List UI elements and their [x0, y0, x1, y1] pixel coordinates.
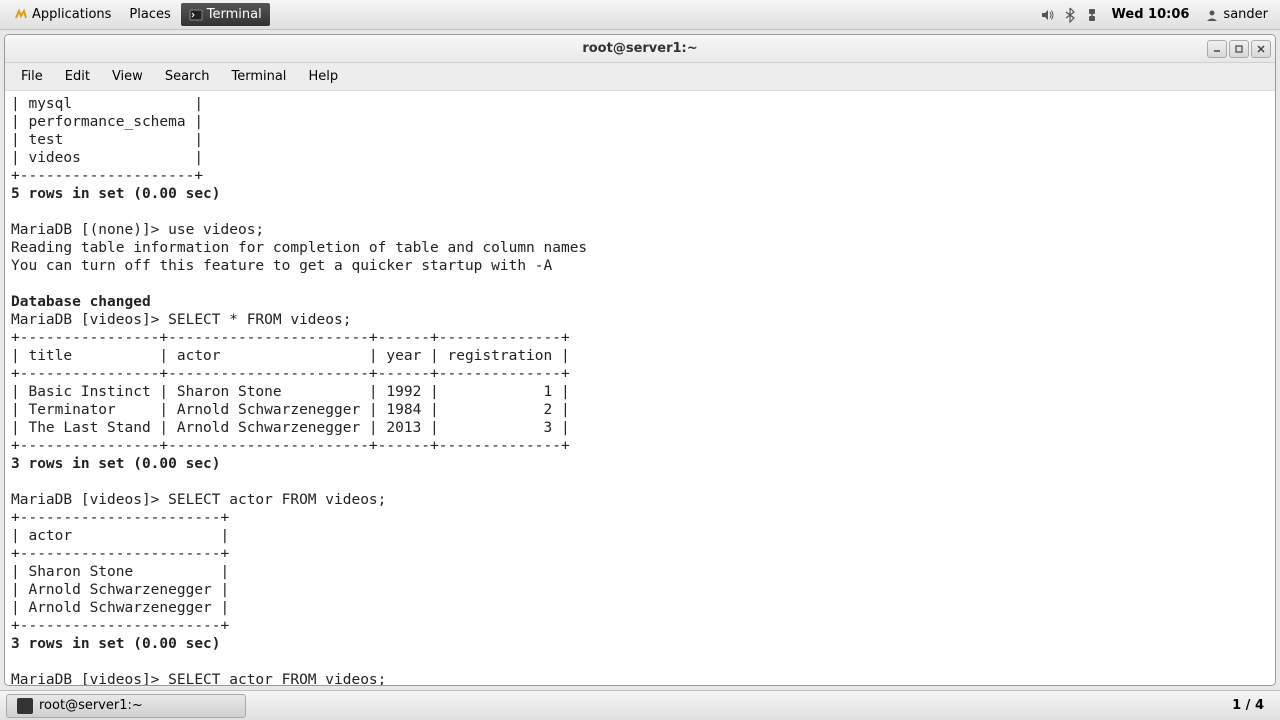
- terminal-line: | mysql |: [11, 96, 203, 112]
- terminal-line: MariaDB [videos]> SELECT * FROM videos;: [11, 312, 351, 328]
- terminal-line: | Basic Instinct | Sharon Stone | 1992 |…: [11, 384, 570, 400]
- window-title: root@server1:~: [582, 41, 697, 56]
- network-icon[interactable]: [1082, 5, 1102, 25]
- close-button[interactable]: [1251, 40, 1271, 58]
- terminal-line: +-----------------------+: [11, 510, 229, 526]
- terminal-line: | Sharon Stone |: [11, 564, 229, 580]
- terminal-line: MariaDB [(none)]> use videos;: [11, 222, 264, 238]
- terminal-line: | test |: [11, 132, 203, 148]
- terminal-line: +----------------+----------------------…: [11, 438, 570, 454]
- terminal-line: | Arnold Schwarzenegger |: [11, 582, 229, 598]
- bluetooth-icon[interactable]: [1060, 5, 1080, 25]
- terminal-line: 3 rows in set (0.00 sec): [11, 636, 221, 652]
- panel-left: Applications Places Terminal: [6, 3, 270, 26]
- menu-file[interactable]: File: [11, 65, 53, 88]
- terminal-line: | videos |: [11, 150, 203, 166]
- terminal-line: | Arnold Schwarzenegger |: [11, 600, 229, 616]
- menubar: File Edit View Search Terminal Help: [5, 63, 1275, 91]
- menu-terminal[interactable]: Terminal: [221, 65, 296, 88]
- places-label: Places: [129, 7, 170, 22]
- terminal-line: 3 rows in set (0.00 sec): [11, 456, 221, 472]
- terminal-line: +----------------+----------------------…: [11, 366, 570, 382]
- maximize-button[interactable]: [1229, 40, 1249, 58]
- terminal-line: MariaDB [videos]> SELECT actor FROM vide…: [11, 672, 386, 685]
- terminal-line: 5 rows in set (0.00 sec): [11, 186, 221, 202]
- menu-search[interactable]: Search: [155, 65, 220, 88]
- taskbar-button[interactable]: root@server1:~: [6, 694, 246, 718]
- terminal-window: root@server1:~ File Edit View Search Ter…: [4, 34, 1276, 686]
- terminal-line: | Terminator | Arnold Schwarzenegger | 1…: [11, 402, 570, 418]
- terminal-line: You can turn off this feature to get a q…: [11, 258, 552, 274]
- terminal-line: | title | actor | year | registration |: [11, 348, 570, 364]
- minimize-button[interactable]: [1207, 40, 1227, 58]
- foot-icon: [14, 8, 28, 22]
- terminal-line: +-----------------------+: [11, 618, 229, 634]
- user-icon: [1205, 8, 1219, 22]
- terminal-icon: [17, 698, 33, 714]
- terminal-line: +-----------------------+: [11, 546, 229, 562]
- workspace-indicator[interactable]: 1 / 4: [1222, 698, 1274, 713]
- top-panel: Applications Places Terminal Wed 10:06 s…: [0, 0, 1280, 30]
- titlebar[interactable]: root@server1:~: [5, 35, 1275, 63]
- terminal-line: +--------------------+: [11, 168, 203, 184]
- places-menu[interactable]: Places: [121, 3, 178, 26]
- menu-edit[interactable]: Edit: [55, 65, 100, 88]
- user-label: sander: [1223, 7, 1268, 22]
- terminal-line: +----------------+----------------------…: [11, 330, 570, 346]
- terminal-line: MariaDB [videos]> SELECT actor FROM vide…: [11, 492, 386, 508]
- terminal-line: | actor |: [11, 528, 229, 544]
- applications-menu[interactable]: Applications: [6, 3, 119, 26]
- bottom-panel: root@server1:~ 1 / 4: [0, 690, 1280, 720]
- terminal-line: | The Last Stand | Arnold Schwarzenegger…: [11, 420, 570, 436]
- active-window-label: Terminal: [207, 7, 262, 22]
- terminal-line: Reading table information for completion…: [11, 240, 587, 256]
- terminal-icon: [189, 8, 203, 22]
- terminal-line: | performance_schema |: [11, 114, 203, 130]
- menu-view[interactable]: View: [102, 65, 153, 88]
- active-window-button[interactable]: Terminal: [181, 3, 270, 26]
- window-controls: [1207, 40, 1271, 58]
- applications-label: Applications: [32, 7, 111, 22]
- clock[interactable]: Wed 10:06: [1104, 7, 1198, 22]
- taskbar-label: root@server1:~: [39, 698, 143, 713]
- terminal-line: Database changed: [11, 294, 151, 310]
- panel-right: Wed 10:06 sander: [1038, 5, 1274, 25]
- volume-icon[interactable]: [1038, 5, 1058, 25]
- terminal-output[interactable]: | mysql | | performance_schema | | test …: [5, 91, 1275, 685]
- menu-help[interactable]: Help: [298, 65, 348, 88]
- user-menu[interactable]: sander: [1199, 7, 1274, 22]
